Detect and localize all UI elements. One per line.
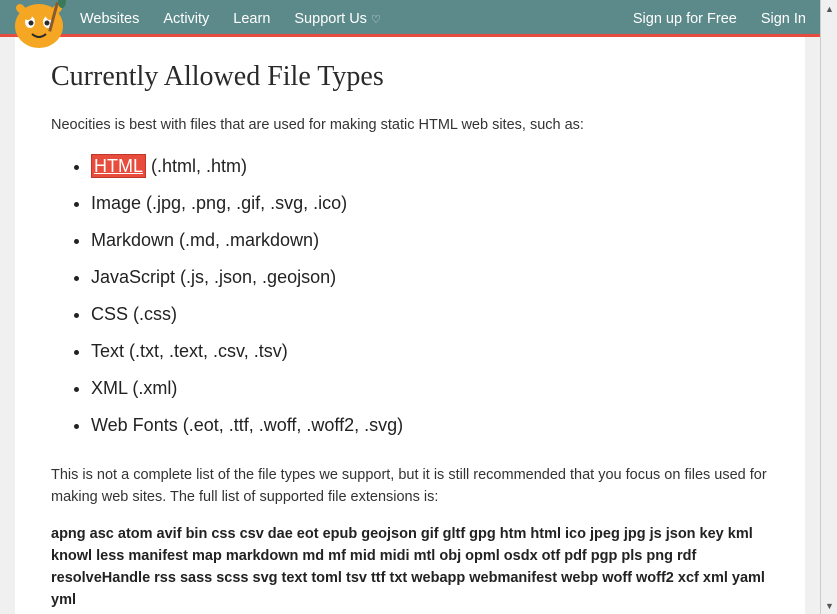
heading-allowed-file-types: Currently Allowed File Types: [51, 61, 769, 93]
para-not-complete: This is not a complete list of the file …: [51, 465, 769, 509]
html-link[interactable]: HTML: [91, 154, 146, 178]
list-item: CSS (.css): [91, 301, 769, 328]
list-item: XML (.xml): [91, 375, 769, 402]
nav-activity[interactable]: Activity: [163, 11, 209, 27]
list-item: JavaScript (.js, .json, .geojson): [91, 264, 769, 291]
nav-support-us[interactable]: Support Us ♡: [294, 11, 380, 27]
nav-signup[interactable]: Sign up for Free: [633, 11, 737, 27]
scroll-up-icon[interactable]: ▲: [821, 0, 837, 17]
list-item: Image (.jpg, .png, .gif, .svg, .ico): [91, 190, 769, 217]
list-item: Text (.txt, .text, .csv, .tsv): [91, 338, 769, 365]
heart-icon: ♡: [371, 14, 381, 26]
list-item: HTML (.html, .htm): [91, 153, 769, 180]
neocities-logo[interactable]: [6, 0, 72, 54]
list-item: Web Fonts (.eot, .ttf, .woff, .woff2, .s…: [91, 412, 769, 439]
outer-scrollbar[interactable]: ▲ ▼: [820, 0, 837, 614]
content-scroll[interactable]: Currently Allowed File Types Neocities i…: [0, 37, 820, 614]
scroll-down-icon[interactable]: ▼: [821, 597, 837, 614]
filetype-list: HTML (.html, .htm) Image (.jpg, .png, .g…: [51, 153, 769, 439]
top-nav-bar: Websites Activity Learn Support Us ♡ Sig…: [0, 0, 820, 37]
nav-learn[interactable]: Learn: [233, 11, 270, 27]
list-item: Markdown (.md, .markdown): [91, 227, 769, 254]
nav-signin[interactable]: Sign In: [761, 11, 806, 27]
extension-list: apng asc atom avif bin css csv dae eot e…: [51, 524, 769, 611]
intro-text: Neocities is best with files that are us…: [51, 115, 769, 137]
nav-websites[interactable]: Websites: [80, 11, 139, 27]
